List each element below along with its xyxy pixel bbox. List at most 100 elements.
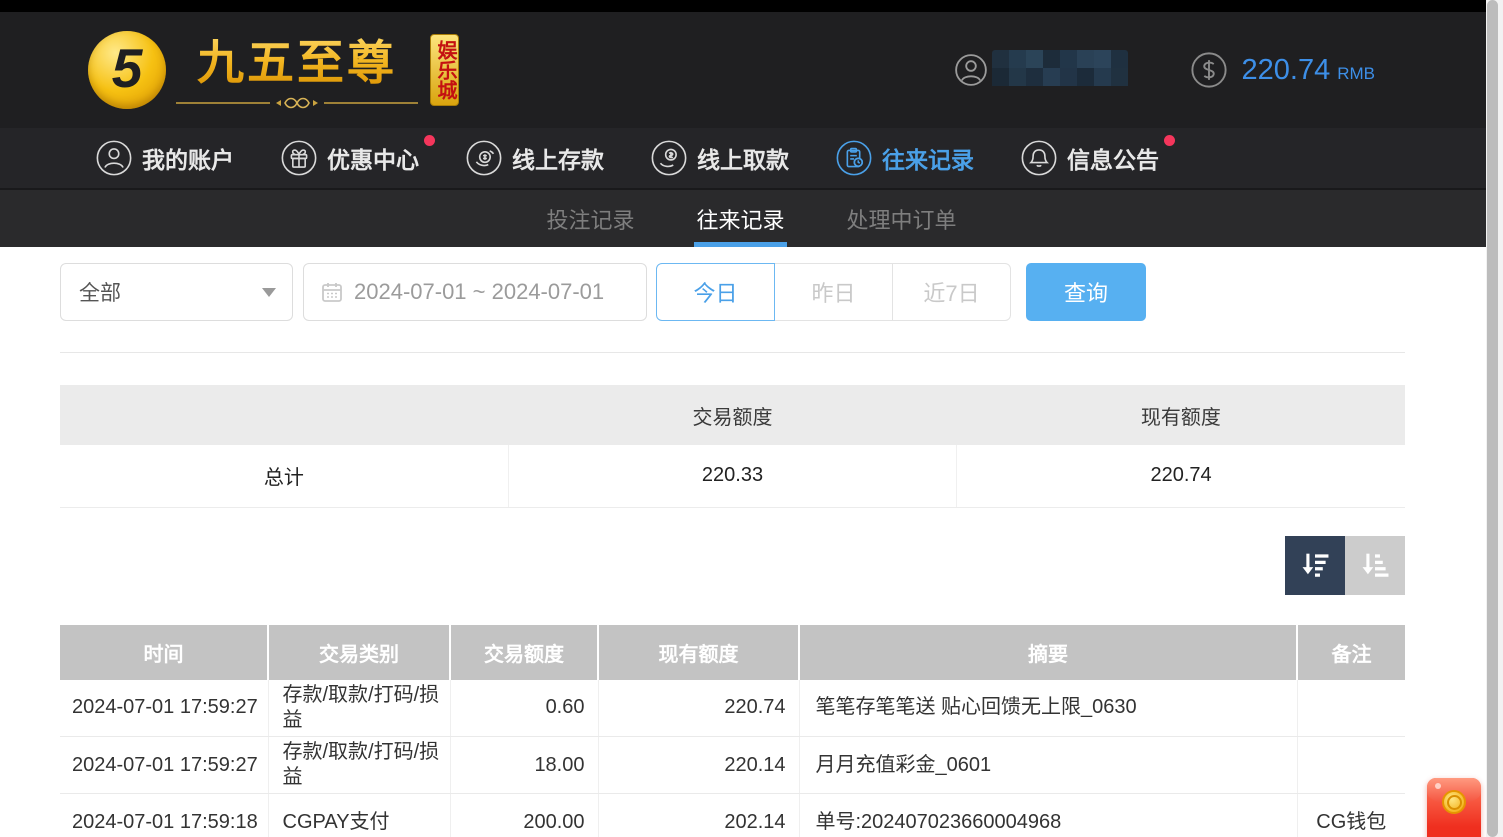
dollar-coin-icon (1190, 51, 1228, 89)
avatar-icon[interactable] (954, 53, 988, 87)
nav-item-my-account[interactable]: 我的账户 (95, 139, 234, 177)
cell-type: 存款/取款/打码/损益 (268, 737, 450, 794)
logo-95-icon: 5 (88, 31, 166, 109)
tab-transaction-records[interactable]: 往来记录 (694, 190, 786, 247)
tab-pending-orders[interactable]: 处理中订单 (845, 190, 959, 247)
cell-note: CG钱包 (1297, 794, 1405, 837)
table-header-row: 时间 交易类别 交易额度 现有额度 摘要 备注 (60, 625, 1405, 680)
tab-betting-records[interactable]: 投注记录 (544, 190, 636, 247)
cell-balance: 220.74 (598, 680, 799, 737)
gift-icon (280, 139, 318, 177)
cell-time: 2024-07-01 17:59:27 (60, 737, 268, 794)
logo-flourish-icon (172, 95, 422, 116)
cell-type: CGPAY支付 (268, 794, 450, 837)
logo-text-block: 九五至尊 (172, 24, 422, 116)
quick-range-group: 今日 昨日 近7日 (656, 263, 1011, 321)
site-header: 5 九五至尊 娱乐城 (0, 12, 1503, 128)
summary-header-row: 交易额度 现有额度 (60, 385, 1405, 445)
scrollbar-track[interactable] (1486, 0, 1503, 837)
col-header-type: 交易类别 (268, 625, 450, 680)
nav-item-online-deposit[interactable]: 线上存款 (465, 139, 604, 177)
table-row: 2024-07-01 17:59:27 存款/取款/打码/损益 18.00 22… (60, 737, 1405, 794)
cell-note (1297, 737, 1405, 794)
bell-icon (1020, 139, 1058, 177)
cell-summary: 笔笔存笔笔送 贴心回馈无上限_0630 (799, 680, 1297, 737)
cell-summary: 月月充值彩金_0601 (799, 737, 1297, 794)
summary-total-label: 总计 (60, 445, 508, 507)
notification-dot (1164, 135, 1175, 146)
summary-header-empty (60, 385, 508, 445)
logo-badge: 娱乐城 (430, 34, 459, 106)
nav-item-transaction-records[interactable]: 往来记录 (835, 139, 974, 177)
deposit-icon (465, 139, 503, 177)
nav-label: 线上存款 (512, 141, 604, 175)
cell-summary: 单号:202407023660004968 (799, 794, 1297, 837)
nav-label: 优惠中心 (327, 141, 419, 175)
sort-ascending-button[interactable] (1345, 536, 1405, 595)
table-row: 2024-07-01 17:59:18 CGPAY支付 200.00 202.1… (60, 794, 1405, 837)
summary-total-row: 总计 220.33 220.74 (60, 445, 1405, 507)
filter-row: 全部 2024-07-01 ~ 2024-07-01 今日 昨日 近7日 查询 (60, 263, 1405, 321)
yesterday-button[interactable]: 昨日 (774, 263, 893, 321)
date-range-value: 2024-07-01 ~ 2024-07-01 (354, 279, 604, 305)
records-icon (835, 139, 873, 177)
notification-dot (424, 135, 435, 146)
withdraw-icon (650, 139, 688, 177)
cell-note (1297, 680, 1405, 737)
cell-time: 2024-07-01 17:59:27 (60, 680, 268, 737)
col-header-time: 时间 (60, 625, 268, 680)
user-area: 220.74 RMB (954, 50, 1375, 91)
summary-header-current-amount: 现有额度 (957, 385, 1405, 445)
sparkle-dot (1435, 783, 1441, 789)
type-filter-select[interactable]: 全部 (60, 263, 293, 321)
cell-balance: 202.14 (598, 794, 799, 837)
top-black-strip (0, 0, 1503, 12)
balance: 220.74 RMB (1242, 54, 1375, 87)
gold-coin-icon (1442, 790, 1466, 814)
date-range-input[interactable]: 2024-07-01 ~ 2024-07-01 (303, 263, 647, 321)
nav-label: 我的账户 (142, 141, 234, 175)
summary-total-trade: 220.33 (508, 445, 956, 507)
balance-currency: RMB (1337, 64, 1375, 84)
nav-item-online-withdraw[interactable]: 线上取款 (650, 139, 789, 177)
today-button[interactable]: 今日 (656, 263, 775, 321)
col-header-amount: 交易额度 (450, 625, 598, 680)
summary-table: 交易额度 现有额度 总计 220.33 220.74 (60, 385, 1405, 508)
table-row: 2024-07-01 17:59:27 存款/取款/打码/损益 0.60 220… (60, 680, 1405, 737)
sort-controls (60, 536, 1405, 595)
nav-label: 线上取款 (697, 141, 789, 175)
type-filter-value: 全部 (79, 277, 121, 307)
sort-ascending-icon (1358, 548, 1392, 582)
cell-type: 存款/取款/打码/损益 (268, 680, 450, 737)
col-header-note: 备注 (1297, 625, 1405, 680)
col-header-balance: 现有额度 (598, 625, 799, 680)
username-redacted (992, 50, 1128, 91)
sort-descending-button[interactable] (1285, 536, 1345, 595)
cell-amount: 18.00 (450, 737, 598, 794)
nav-item-announcements[interactable]: 信息公告 (1020, 139, 1159, 177)
cell-time: 2024-07-01 17:59:18 (60, 794, 268, 837)
subtab-bar: 投注记录 往来记录 处理中订单 (0, 188, 1503, 247)
section-divider (60, 352, 1405, 353)
summary-header-trade-amount: 交易额度 (508, 385, 956, 445)
nav-label: 往来记录 (882, 141, 974, 175)
site-logo[interactable]: 5 九五至尊 娱乐城 (88, 24, 459, 116)
query-button[interactable]: 查询 (1026, 263, 1146, 321)
cell-balance: 220.14 (598, 737, 799, 794)
calendar-icon (320, 280, 344, 304)
nav-item-promotions[interactable]: 优惠中心 (280, 139, 419, 177)
red-envelope-icon[interactable] (1427, 778, 1481, 837)
chevron-down-icon (262, 288, 276, 297)
content: 全部 2024-07-01 ~ 2024-07-01 今日 昨日 近7日 查询 (60, 263, 1405, 837)
logo-title: 九五至尊 (197, 24, 397, 93)
summary-total-current: 220.74 (957, 445, 1405, 507)
transactions-table: 时间 交易类别 交易额度 现有额度 摘要 备注 2024-07-01 17:59… (60, 625, 1405, 837)
page: 5 九五至尊 娱乐城 (0, 0, 1503, 837)
balance-amount: 220.74 (1242, 54, 1331, 87)
cell-amount: 200.00 (450, 794, 598, 837)
cell-amount: 0.60 (450, 680, 598, 737)
main-nav: 我的账户 优惠中心 线上存款 (0, 128, 1503, 188)
last-7-days-button[interactable]: 近7日 (892, 263, 1011, 321)
col-header-summary: 摘要 (799, 625, 1297, 680)
scrollbar-thumb[interactable] (1487, 0, 1498, 837)
